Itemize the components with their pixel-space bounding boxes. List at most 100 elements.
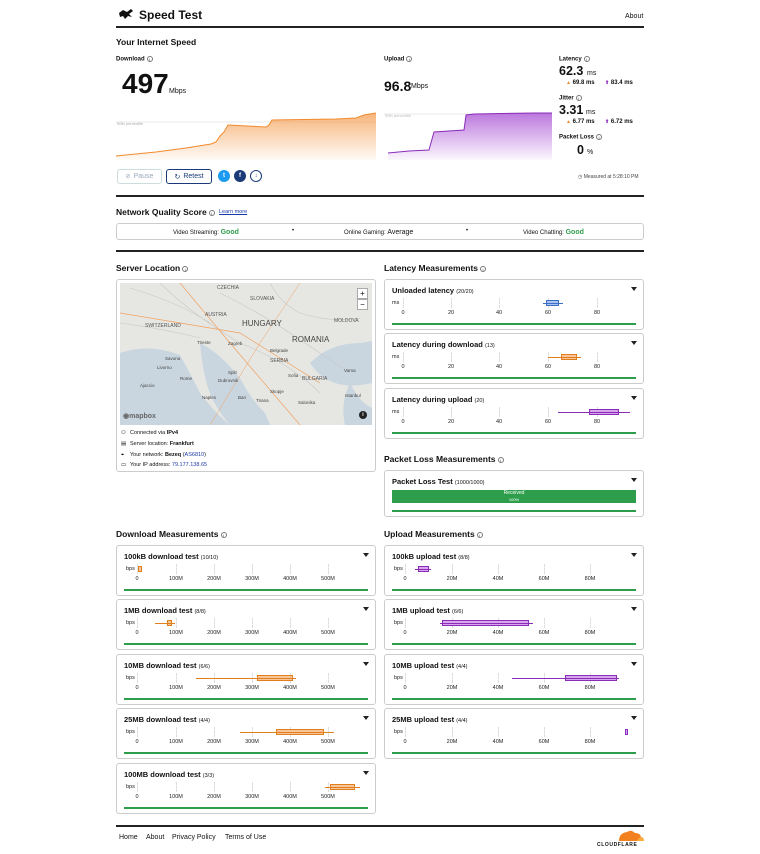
download-card-4[interactable]: 100MB download test (3/3) bps 0 100M 200M 300… xyxy=(116,763,376,814)
axis-tick-label: 300M xyxy=(245,794,259,800)
download-value: 497 xyxy=(122,68,169,99)
axis-tick-label: 80 xyxy=(593,364,601,370)
unit-label: bps xyxy=(394,566,403,572)
latency-card-0[interactable]: Unloaded latency (20/20) ms 0 20 40 60 80 xyxy=(384,279,644,330)
latency-value: 62.3 xyxy=(559,64,584,78)
chevron-down-icon[interactable] xyxy=(363,771,369,775)
download-unit: Mbps xyxy=(169,88,187,95)
gridline xyxy=(328,618,329,628)
gridline xyxy=(137,727,138,737)
chevron-down-icon[interactable] xyxy=(631,287,637,291)
card-title: Latency during upload (20) xyxy=(392,395,485,404)
footer-link-about[interactable]: About xyxy=(146,834,164,841)
download-results-icon[interactable]: ↓ xyxy=(250,170,262,182)
map-zoom-out-button[interactable]: − xyxy=(357,299,368,310)
green-baseline xyxy=(392,589,636,591)
app-title: Speed Test xyxy=(139,8,203,22)
gridline xyxy=(544,727,545,737)
speed-section-title: Your Internet Speed xyxy=(116,37,197,47)
map-label-austria: AUSTRIA xyxy=(205,312,227,318)
gridline xyxy=(176,564,177,574)
gridline xyxy=(176,618,177,628)
gridline xyxy=(451,352,452,362)
box-plot xyxy=(625,729,628,735)
footer-link-terms[interactable]: Terms of Use xyxy=(225,834,266,841)
chevron-down-icon[interactable] xyxy=(631,553,637,557)
chevron-down-icon[interactable] xyxy=(363,607,369,611)
green-baseline xyxy=(124,752,368,754)
gridline xyxy=(214,564,215,574)
chevron-down-icon[interactable] xyxy=(363,662,369,666)
card-title: 1MB upload test (6/6) xyxy=(392,606,464,615)
gridline xyxy=(214,782,215,792)
green-baseline xyxy=(392,377,636,379)
axis-tick-label: 0 xyxy=(403,739,407,745)
map-city-sofia: Sofia xyxy=(288,373,299,378)
chevron-down-icon[interactable] xyxy=(631,716,637,720)
facebook-share-icon[interactable]: f xyxy=(234,170,246,182)
packet-loss-card[interactable]: Packet Loss Test (1000/1000) Received 10… xyxy=(384,470,644,517)
ip-link[interactable]: 79.177.138.65 xyxy=(172,462,207,468)
asn-link[interactable]: AS6810 xyxy=(185,452,205,458)
axis-tick-label: 0 xyxy=(403,630,407,636)
axis-tick-label: 0 xyxy=(135,576,139,582)
chevron-down-icon[interactable] xyxy=(631,662,637,666)
card-title: 100kB download test (10/10) xyxy=(124,552,219,561)
map-city-split: Split xyxy=(228,370,237,375)
retest-button[interactable]: ↻ Retest xyxy=(166,169,212,184)
upload-card-2[interactable]: 10MB upload test (4/4) bps 0 20M 40M 60M 80M xyxy=(384,654,644,705)
chevron-down-icon[interactable] xyxy=(631,607,637,611)
upload-label: Upload i xyxy=(384,56,413,63)
unit-label: bps xyxy=(126,620,135,626)
latency-down: ▲ 69.8 ms xyxy=(566,80,595,86)
axis-tick-label: 80M xyxy=(584,739,596,745)
footer-link-home[interactable]: Home xyxy=(119,834,138,841)
map-label-switzerland: SWITZERLAND xyxy=(145,323,181,329)
network-icon: ⚇ xyxy=(121,430,126,436)
upload-card-1[interactable]: 1MB upload test (6/6) bps 0 20M 40M 60M 80M xyxy=(384,599,644,650)
gridline xyxy=(137,618,138,628)
latency-card-2[interactable]: Latency during upload (20) ms 0 20 40 60 80 xyxy=(384,388,644,439)
chevron-down-icon[interactable] xyxy=(631,396,637,400)
map-city-skopje: Skopje xyxy=(270,389,284,394)
server-title: Server Location i xyxy=(116,263,189,273)
packet-loss-card-title: Packet Loss Test (1000/1000) xyxy=(392,477,485,486)
map-label-slovakia: SLOVAKIA xyxy=(250,296,275,302)
cloudflare-logo[interactable]: CLOUDFLARE xyxy=(597,829,645,849)
gridline xyxy=(499,352,500,362)
card-title: Latency during download (13) xyxy=(392,340,495,349)
map-label-serbia: SERBIA xyxy=(270,358,289,364)
map-info-icon[interactable]: i xyxy=(359,411,367,419)
latency-card-1[interactable]: Latency during download (13) ms 0 20 40 60 80 xyxy=(384,333,644,384)
map-zoom-in-button[interactable]: + xyxy=(357,288,368,299)
download-card-2[interactable]: 10MB download test (6/6) bps 0 100M 200M 300M… xyxy=(116,654,376,705)
loss-green-line xyxy=(392,510,636,512)
card-title: 10MB download test (6/6) xyxy=(124,661,210,670)
download-card-0[interactable]: 100kB download test (10/10) bps 0 100M 200M 3… xyxy=(116,545,376,596)
axis-tick-label: 0 xyxy=(401,364,405,370)
twitter-share-icon[interactable]: t xyxy=(218,170,230,182)
whisker xyxy=(155,623,175,624)
chevron-down-icon[interactable] xyxy=(631,341,637,345)
separator-dot: • xyxy=(466,228,469,234)
chevron-down-icon[interactable] xyxy=(631,478,637,482)
jitter-unit: ms xyxy=(586,109,596,116)
footer-link-privacy[interactable]: Privacy Policy xyxy=(172,834,216,841)
map[interactable]: CZECHIA SLOVAKIA AUSTRIA HUNGARY MOLDOVA… xyxy=(120,283,372,425)
about-link[interactable]: About xyxy=(625,13,643,20)
unit-label: bps xyxy=(126,566,135,572)
upload-card-3[interactable]: 25MB upload test (4/4) bps 0 20M 40M 60M 80M xyxy=(384,708,644,759)
upload-card-0[interactable]: 100kB upload test (8/8) bps 0 20M 40M 60M 80M xyxy=(384,545,644,596)
gaming-score: Online Gaming: Average xyxy=(344,229,414,236)
learn-more-link[interactable]: Learn more xyxy=(219,209,247,215)
pause-button[interactable]: ⊘ Pause xyxy=(117,169,162,184)
logo-icon[interactable] xyxy=(118,8,134,20)
upload-graph xyxy=(384,112,552,160)
map-city-livorno: Livorno xyxy=(157,365,172,370)
download-card-1[interactable]: 1MB download test (8/8) bps 0 100M 200M 300M 4… xyxy=(116,599,376,650)
green-baseline xyxy=(124,589,368,591)
gridline xyxy=(403,298,404,308)
download-card-3[interactable]: 25MB download test (4/4) bps 0 100M 200M 300M… xyxy=(116,708,376,759)
chevron-down-icon[interactable] xyxy=(363,553,369,557)
chevron-down-icon[interactable] xyxy=(363,716,369,720)
